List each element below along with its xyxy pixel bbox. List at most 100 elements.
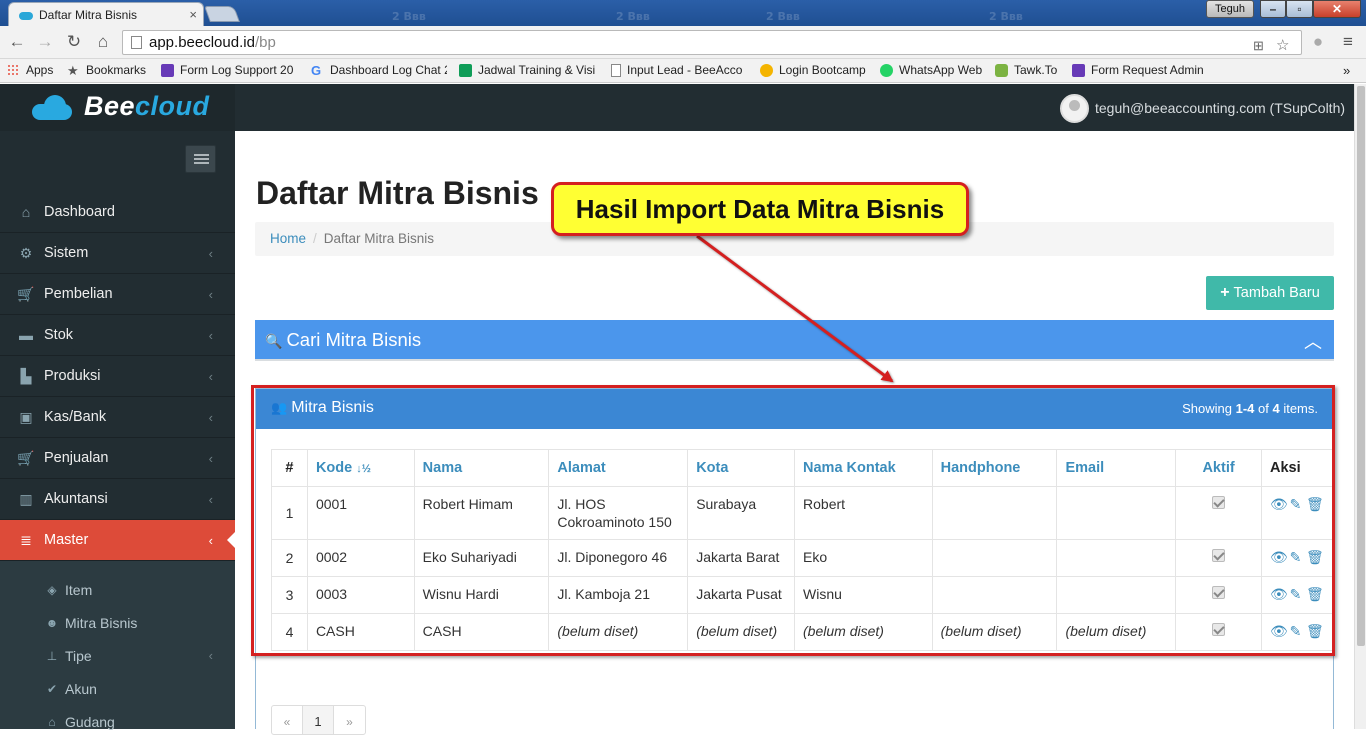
bookmark-bookmarks[interactable]: ★ Bookmarks [67,63,151,77]
sidebar-item-label: Kas/Bank [44,409,107,425]
url-host: app.beecloud.id [149,34,255,51]
browser-tab-strip: 2 Ввв 2 Ввв 2 Ввв 2 Ввв Daftar Mitra Bis… [0,0,1366,26]
submenu-item-item[interactable]: ◈ Item [0,573,235,606]
address-bar[interactable]: app.beecloud.id/bp ⊞ ☆ [122,30,1302,55]
brand-area[interactable]: Beecloud [0,84,235,131]
bookmark-input-lead[interactable]: Input Lead - BeeAcco [611,63,747,77]
bookmark-star-icon[interactable]: ☆ [1276,34,1289,57]
translate-icon[interactable]: ⊞ [1253,34,1264,57]
master-submenu: ◈ Item ☻ Mitra Bisnis ⊥ Tipe ‹ ✔ Akun ⌂ Gudang [0,561,235,730]
sidebar: ⌂ Dashboard ⚙ Sistem ‹ 🛒 Pembelian ‹ ▬ Stok ‹ ▙ Prod… [0,131,235,730]
sidebar-item-dashboard[interactable]: ⌂ Dashboard [0,192,235,233]
home-button-icon[interactable]: ⌂ [93,32,113,52]
sidebar-item-label: Dashboard [44,204,115,220]
sidebar-item-sistem[interactable]: ⚙ Sistem ‹ [0,233,235,274]
add-new-button[interactable]: + Tambah Baru [1206,276,1334,310]
bookmark-dashboard-log-chat[interactable]: G Dashboard Log Chat 2 [311,63,447,77]
submenu-item-label: Akun [65,680,97,697]
sidebar-item-master[interactable]: ≣ Master ‹ [0,520,235,561]
tab-close-icon[interactable]: × [185,7,197,22]
breadcrumb-current: Daftar Mitra Bisnis [323,231,435,246]
page-icon [611,63,621,77]
bookmark-form-request-admin[interactable]: Form Request Admin [1072,63,1208,77]
page-icon [131,36,142,49]
breadcrumb-home-link[interactable]: Home [270,231,306,246]
chevron-left-icon: ‹ [208,327,213,343]
submenu-item-tipe[interactable]: ⊥ Tipe ‹ [0,639,235,672]
bookmark-whatsapp[interactable]: WhatsApp Web [880,63,986,77]
window-minimize-button[interactable]: – [1260,0,1286,18]
sidebar-toggle-button[interactable] [185,145,216,173]
bookmark-login-bootcamp[interactable]: Login Bootcamp [760,63,870,77]
database-icon: ≣ [20,531,32,548]
beecloud-favicon-icon [19,10,33,20]
form-icon [1072,63,1085,77]
sidebar-item-akuntansi[interactable]: ▥ Akuntansi ‹ [0,479,235,520]
home-icon: ⌂ [21,204,31,220]
bookmark-form-log-support[interactable]: Form Log Support 20 [161,63,297,77]
star-icon: ★ [67,63,79,77]
annotation-callout: Hasil Import Data Mitra Bisnis [551,182,969,236]
back-arrow-icon[interactable]: ← [7,32,27,52]
window-close-button[interactable]: ✕ [1313,0,1361,18]
search-panel-title-wrap: 🔍 Cari Mitra Bisnis [265,329,421,351]
cart-icon: 🛒 [17,449,35,466]
beecloud-logo-icon [32,95,74,121]
scrollbar-thumb[interactable] [1357,86,1365,646]
sidebar-item-label: Pembelian [44,286,113,302]
cogs-icon: ⚙ [19,244,33,261]
bookmark-jadwal-training[interactable]: Jadwal Training & Visi [459,63,599,77]
submenu-item-akun[interactable]: ✔ Akun [0,672,235,705]
bookmark-apps[interactable]: Apps [7,63,62,77]
sidebar-item-stok[interactable]: ▬ Stok ‹ [0,315,235,356]
chevron-up-icon[interactable]: ︿ [1304,328,1322,354]
submenu-item-gudang[interactable]: ⌂ Gudang [0,705,235,738]
chrome-menu-icon[interactable]: ≡ [1338,32,1358,52]
chevron-left-icon: ‹ [208,532,213,548]
page-title: Daftar Mitra Bisnis [256,175,539,211]
annotation-highlight-frame [251,385,1335,656]
sidebar-item-label: Akuntansi [44,491,108,507]
warehouse-icon: ⌂ [48,714,56,729]
form-icon [161,63,174,77]
app-header: Beecloud teguh@beeaccounting.com (TSupCo… [0,84,1366,131]
sidebar-item-label: Produksi [44,368,101,384]
browser-tab-active[interactable]: Daftar Mitra Bisnis × [8,2,204,26]
pager-page-1[interactable]: 1 [303,706,334,734]
browser-profile-button[interactable]: Teguh [1206,0,1254,18]
submenu-item-label: Gudang [65,713,115,730]
window-maximize-button[interactable]: ▫ [1286,0,1313,18]
user-avatar[interactable] [1060,94,1089,123]
sheet-icon [459,63,472,77]
chevron-left-icon: ‹ [208,286,213,302]
url-path: /bp [254,34,276,51]
bookmark-tawk-to[interactable]: Tawk.To [995,63,1061,77]
bookmarks-bar: Apps ★ Bookmarks Form Log Support 20 G Das… [0,59,1366,83]
sidebar-item-pembelian[interactable]: 🛒 Pembelian ‹ [0,274,235,315]
submenu-item-label: Mitra Bisnis [65,614,138,631]
plus-icon: + [1220,284,1230,301]
page-scrollbar[interactable] [1354,84,1366,729]
cube-icon: ◈ [47,582,57,597]
chevron-left-icon: ‹ [208,245,213,261]
submenu-item-mitra-bisnis[interactable]: ☻ Mitra Bisnis [0,606,235,639]
pager-prev-button[interactable]: « [272,706,303,734]
app-logo-text: Beecloud [84,91,210,121]
sidebar-item-label: Master [44,532,89,548]
add-new-label: Tambah Baru [1233,285,1320,301]
reload-icon[interactable]: ↻ [64,32,84,52]
hand-icon [760,63,773,77]
pager-next-button[interactable]: » [334,706,365,734]
search-panel-header[interactable]: 🔍 Cari Mitra Bisnis ︿ [255,320,1334,361]
user-profile-icon[interactable]: ● [1308,32,1328,52]
sidebar-item-kas-bank[interactable]: ▣ Kas/Bank ‹ [0,397,235,438]
user-menu-label[interactable]: teguh@beeaccounting.com (TSupColth) [1095,100,1345,116]
forward-arrow-icon[interactable]: → [35,32,55,52]
submenu-item-label: Item [65,581,93,598]
sidebar-item-penjualan[interactable]: 🛒 Penjualan ‹ [0,438,235,479]
sidebar-item-produksi[interactable]: ▙ Produksi ‹ [0,356,235,397]
bookmarks-overflow-icon[interactable]: » [1343,63,1350,78]
check-icon: ✔ [46,681,58,696]
new-tab-button[interactable] [204,6,240,22]
submenu-item-label: Tipe [65,647,92,664]
